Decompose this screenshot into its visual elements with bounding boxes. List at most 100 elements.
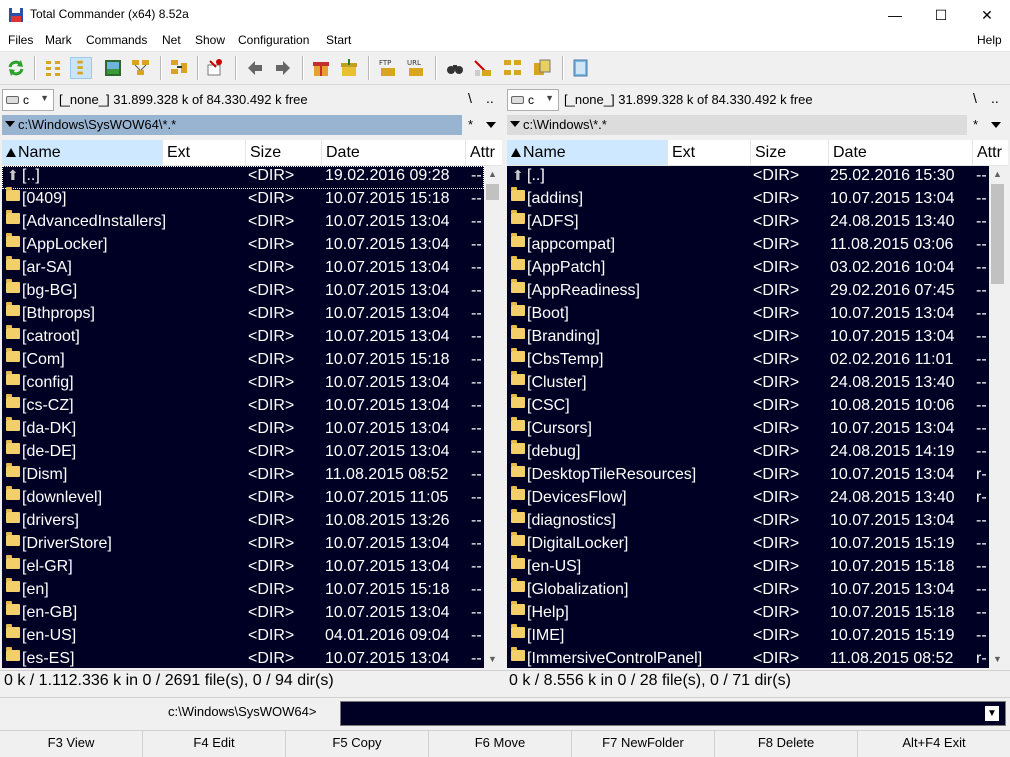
dir-hotlist-icon[interactable] xyxy=(502,57,524,79)
file-row[interactable]: [appcompat] <DIR> 11.08.2015 03:06 -- xyxy=(507,233,989,258)
multi-rename-icon[interactable] xyxy=(472,57,494,79)
menu-commands[interactable]: Commands xyxy=(86,33,147,47)
tree-view-icon[interactable] xyxy=(130,57,152,79)
f7-newfolder-button[interactable]: F7 NewFolder xyxy=(572,731,715,757)
file-row[interactable]: [ar-SA] <DIR> 10.07.2015 13:04 -- xyxy=(2,256,484,281)
left-filter-star[interactable]: * xyxy=(468,117,473,132)
file-row[interactable]: [downlevel] <DIR> 10.07.2015 11:05 -- xyxy=(2,486,484,511)
right-drive-select[interactable]: c ▼ xyxy=(507,89,559,111)
file-row[interactable]: [cs-CZ] <DIR> 10.07.2015 13:04 -- xyxy=(2,394,484,419)
f8-delete-button[interactable]: F8 Delete xyxy=(715,731,858,757)
menu-show[interactable]: Show xyxy=(195,33,225,47)
file-row[interactable]: [de-DE] <DIR> 10.07.2015 13:04 -- xyxy=(2,440,484,465)
file-row[interactable]: [config] <DIR> 10.07.2015 13:04 -- xyxy=(2,371,484,396)
parent-dir-row[interactable]: ⬆ [..] <DIR> 25.02.2016 15:30 -- xyxy=(507,166,989,189)
right-file-list[interactable]: ⬆ [..] <DIR> 25.02.2016 15:30 -- [addins] <DIR… xyxy=(507,166,989,668)
scroll-up-icon[interactable]: ▲ xyxy=(484,166,501,183)
right-root-button[interactable]: \ xyxy=(973,90,977,106)
scroll-down-icon[interactable]: ▼ xyxy=(484,651,501,668)
left-header-size[interactable]: Size xyxy=(246,140,322,165)
ftp-icon[interactable]: FTP xyxy=(377,57,399,79)
compare-dirs-icon[interactable] xyxy=(168,57,190,79)
f3-view-button[interactable]: F3 View xyxy=(0,731,143,757)
maximize-button[interactable]: ☐ xyxy=(918,0,964,30)
file-row[interactable]: [AppReadiness] <DIR> 29.02.2016 07:45 -- xyxy=(507,279,989,304)
left-file-list[interactable]: ⬆ [..] <DIR> 19.02.2016 09:28 -- [0409] <DIR> 1… xyxy=(2,166,484,668)
right-filter-star[interactable]: * xyxy=(973,117,978,132)
right-header-size[interactable]: Size xyxy=(751,140,829,165)
file-row[interactable]: [AdvancedInstallers] <DIR> 10.07.2015 13:0… xyxy=(2,210,484,235)
right-header-name[interactable]: Name xyxy=(507,140,668,165)
file-row[interactable]: [en] <DIR> 10.07.2015 15:18 -- xyxy=(2,578,484,603)
file-row[interactable]: [IME] <DIR> 10.07.2015 15:19 -- xyxy=(507,624,989,649)
chevron-down-icon[interactable] xyxy=(486,122,496,128)
file-row[interactable]: [DigitalLocker] <DIR> 10.07.2015 15:19 -- xyxy=(507,532,989,557)
brief-view-icon[interactable] xyxy=(43,57,65,79)
file-row[interactable]: [Cursors] <DIR> 10.07.2015 13:04 -- xyxy=(507,417,989,442)
file-row[interactable]: [Cluster] <DIR> 24.08.2015 13:40 -- xyxy=(507,371,989,396)
file-row[interactable]: [debug] <DIR> 24.08.2015 14:19 -- xyxy=(507,440,989,465)
sync-dirs-icon[interactable] xyxy=(204,57,226,79)
f6-move-button[interactable]: F6 Move xyxy=(429,731,572,757)
thumbnail-view-icon[interactable] xyxy=(102,57,124,79)
file-row[interactable]: [DesktopTileResources] <DIR> 10.07.2015 13… xyxy=(507,463,989,488)
right-scrollbar[interactable]: ▲ ▼ xyxy=(989,166,1006,668)
file-row[interactable]: [bg-BG] <DIR> 10.07.2015 13:04 -- xyxy=(2,279,484,304)
left-root-button[interactable]: \ xyxy=(468,90,472,106)
file-row[interactable]: [Globalization] <DIR> 10.07.2015 13:04 -- xyxy=(507,578,989,603)
forward-icon[interactable] xyxy=(272,57,294,79)
help-book-icon[interactable] xyxy=(570,57,592,79)
notepad-icon[interactable] xyxy=(531,57,553,79)
menu-configuration[interactable]: Configuration xyxy=(238,33,309,47)
refresh-icon[interactable] xyxy=(5,57,27,79)
scroll-down-icon[interactable]: ▼ xyxy=(989,651,1006,668)
file-row[interactable]: [catroot] <DIR> 10.07.2015 13:04 -- xyxy=(2,325,484,350)
right-header-ext[interactable]: Ext xyxy=(668,140,751,165)
close-button[interactable]: ✕ xyxy=(964,0,1010,30)
left-scroll-thumb[interactable] xyxy=(486,184,499,200)
left-scrollbar[interactable]: ▲ ▼ xyxy=(484,166,501,668)
file-row[interactable]: [es-ES] <DIR> 10.07.2015 13:04 -- xyxy=(2,647,484,668)
command-line-input[interactable]: ▼ xyxy=(340,701,1006,726)
f5-copy-button[interactable]: F5 Copy xyxy=(286,731,429,757)
file-row[interactable]: [ImmersiveControlPanel] <DIR> 11.08.2015 0… xyxy=(507,647,989,668)
left-header-date[interactable]: Date xyxy=(322,140,466,165)
file-row[interactable]: [el-GR] <DIR> 10.07.2015 13:04 -- xyxy=(2,555,484,580)
menu-net[interactable]: Net xyxy=(162,33,181,47)
file-row[interactable]: [en-US] <DIR> 10.07.2015 15:18 -- xyxy=(507,555,989,580)
right-header-date[interactable]: Date xyxy=(829,140,973,165)
right-header-attr[interactable]: Attr xyxy=(973,140,1008,165)
chevron-down-icon[interactable]: ▼ xyxy=(985,706,999,721)
menu-help[interactable]: Help xyxy=(977,33,1002,47)
file-row[interactable]: [Boot] <DIR> 10.07.2015 13:04 -- xyxy=(507,302,989,327)
unpack-icon[interactable] xyxy=(338,57,360,79)
right-scroll-thumb[interactable] xyxy=(991,184,1004,284)
pack-icon[interactable] xyxy=(310,57,332,79)
file-row[interactable]: [DriverStore] <DIR> 10.07.2015 13:04 -- xyxy=(2,532,484,557)
scroll-up-icon[interactable]: ▲ xyxy=(989,166,1006,183)
file-row[interactable]: [en-GB] <DIR> 10.07.2015 13:04 -- xyxy=(2,601,484,626)
file-row[interactable]: [da-DK] <DIR> 10.07.2015 13:04 -- xyxy=(2,417,484,442)
file-row[interactable]: [AppPatch] <DIR> 03.02.2016 10:04 -- xyxy=(507,256,989,281)
file-row[interactable]: [ADFS] <DIR> 24.08.2015 13:40 -- xyxy=(507,210,989,235)
file-row[interactable]: [Dism] <DIR> 11.08.2015 08:52 -- xyxy=(2,463,484,488)
menu-files[interactable]: Files xyxy=(8,33,33,47)
file-row[interactable]: [addins] <DIR> 10.07.2015 13:04 -- xyxy=(507,187,989,212)
file-row[interactable]: [drivers] <DIR> 10.08.2015 13:26 -- xyxy=(2,509,484,534)
f4-edit-button[interactable]: F4 Edit xyxy=(143,731,286,757)
chevron-down-icon[interactable] xyxy=(991,122,1001,128)
file-row[interactable]: [CbsTemp] <DIR> 02.02.2016 11:01 -- xyxy=(507,348,989,373)
minimize-button[interactable]: — xyxy=(872,0,918,30)
file-row[interactable]: [CSC] <DIR> 10.08.2015 10:06 -- xyxy=(507,394,989,419)
file-row[interactable]: [AppLocker] <DIR> 10.07.2015 13:04 -- xyxy=(2,233,484,258)
menu-mark[interactable]: Mark xyxy=(45,33,72,47)
file-row[interactable]: [en-US] <DIR> 04.01.2016 09:04 -- xyxy=(2,624,484,649)
alt-f4-exit-button[interactable]: Alt+F4 Exit xyxy=(858,731,1010,757)
left-header-name[interactable]: Name xyxy=(2,140,163,165)
url-icon[interactable]: URL xyxy=(405,57,427,79)
full-view-button[interactable] xyxy=(70,57,92,79)
left-drive-select[interactable]: c ▼ xyxy=(2,89,54,111)
file-row[interactable]: [Com] <DIR> 10.07.2015 15:18 -- xyxy=(2,348,484,373)
file-row[interactable]: [DevicesFlow] <DIR> 24.08.2015 13:40 r- xyxy=(507,486,989,511)
find-icon[interactable] xyxy=(444,57,466,79)
